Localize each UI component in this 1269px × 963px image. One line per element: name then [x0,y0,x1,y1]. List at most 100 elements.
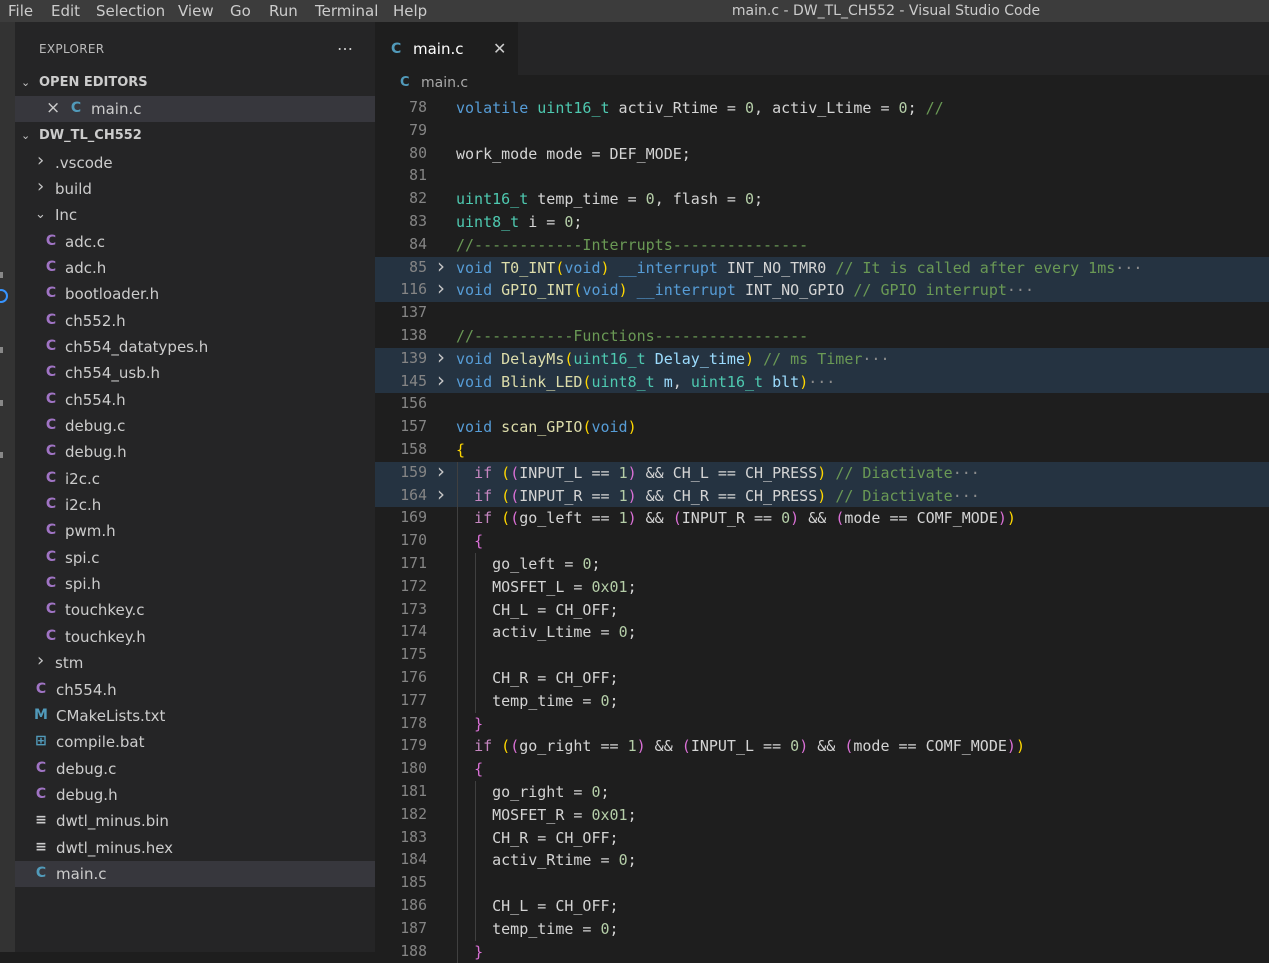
fold-chevron-icon[interactable]: › [437,276,445,300]
tree-item[interactable]: ≡ dwtl_minus.hex [15,835,375,861]
code-line[interactable]: 182 MOSFET_R = 0x01; [375,804,1269,827]
fold-chevron-icon[interactable]: › [437,254,445,278]
code-line[interactable]: 187 temp_time = 0; [375,918,1269,941]
tree-item-label: adc.c [65,232,105,251]
code-line[interactable]: 157 void scan_GPIO(void) [375,416,1269,439]
tree-item[interactable]: Cch554.h [15,677,375,703]
code-line[interactable]: 81 [375,165,1269,188]
code-line[interactable]: 83 uint8_t i = 0; [375,211,1269,234]
tree-item[interactable]: Cdebug.h [15,782,375,808]
code-line[interactable]: 177 temp_time = 0; [375,690,1269,713]
tree-item[interactable]: ⌄ Inc [15,202,375,228]
code-line[interactable]: 169 if ((go_left == 1) && (INPUT_R == 0)… [375,507,1269,530]
menu-view[interactable]: View [178,2,214,20]
code-line[interactable]: 173 CH_L = CH_OFF; [375,599,1269,622]
code-line[interactable]: 174 activ_Ltime = 0; [375,621,1269,644]
menu-terminal[interactable]: Terminal [315,2,378,20]
debug-icon[interactable] [0,289,8,303]
code-line[interactable]: 171 go_left = 0; [375,553,1269,576]
tree-item[interactable]: Cdebug.c [15,413,375,439]
code-line[interactable]: 181 go_right = 0; [375,781,1269,804]
tree-item[interactable]: Cch552.h [15,308,375,334]
code-line[interactable]: 180 { [375,758,1269,781]
code-line[interactable]: 145 › void Blink_LED(uint8_t m, uint16_t b… [375,368,1269,394]
code-line[interactable]: 170 { [375,530,1269,553]
tab-main-c[interactable]: C main.c ✕ [375,22,518,75]
tree-item[interactable]: Cadc.c [15,229,375,255]
tree-item[interactable]: › .vscode [15,150,375,176]
c-file-icon: C [45,417,57,433]
tree-item[interactable]: Cch554.h [15,387,375,413]
code-line[interactable]: 183 CH_R = CH_OFF; [375,827,1269,850]
menu-run[interactable]: Run [269,2,298,20]
fold-chevron-icon[interactable]: › [437,345,445,369]
close-icon[interactable]: ✕ [493,39,506,58]
tree-item[interactable]: Cdebug.c [15,756,375,782]
code-line[interactable]: 159 › if ((INPUT_L == 1) && CH_L == CH_PR… [375,459,1269,485]
tree-item[interactable]: Cbootloader.h [15,281,375,307]
code-line[interactable]: 84 //------------Interrupts--------------… [375,234,1269,257]
code-line[interactable]: 137 [375,302,1269,325]
code-text: if ((go_right == 1) && (INPUT_L == 0) &&… [474,737,1025,756]
code-line[interactable]: 138 //-----------Functions---------------… [375,325,1269,348]
tree-item[interactable]: M CMakeLists.txt [15,703,375,729]
tree-item[interactable]: Ctouchkey.c [15,597,375,623]
tree-item[interactable]: Ctouchkey.h [15,624,375,650]
menu-edit[interactable]: Edit [51,2,80,20]
menu-help[interactable]: Help [393,2,427,20]
fold-chevron-icon[interactable]: › [437,482,445,506]
code-view[interactable]: 78 volatile uint16_t activ_Rtime = 0, act… [375,97,1269,963]
tree-item[interactable]: Cch554_usb.h [15,360,375,386]
code-line[interactable]: 179 if ((go_right == 1) && (INPUT_L == 0… [375,735,1269,758]
code-line[interactable]: 176 CH_R = CH_OFF; [375,667,1269,690]
close-icon[interactable]: × [46,98,60,118]
tree-item[interactable]: › stm [15,650,375,676]
tree-item[interactable]: Cpwm.h [15,518,375,544]
tree-item-label: ch554.h [65,390,126,409]
code-line[interactable]: 175 [375,644,1269,667]
code-line[interactable]: 78 volatile uint16_t activ_Rtime = 0, act… [375,97,1269,120]
code-line[interactable]: 116 › void GPIO_INT(void) __interrupt INT_… [375,276,1269,303]
more-actions-icon[interactable]: … [337,35,353,54]
tree-item[interactable]: Cadc.h [15,255,375,281]
menu-selection[interactable]: Selection [96,2,165,20]
code-line[interactable]: 172 MOSFET_L = 0x01; [375,576,1269,599]
tree-item[interactable]: Ci2c.c [15,466,375,492]
code-line[interactable]: 158 { [375,439,1269,462]
tab-label: main.c [413,40,464,58]
code-text: if ((INPUT_R == 1) && CH_R == CH_PRESS) … [474,486,980,505]
tree-item-label: pwm.h [65,522,116,541]
tree-item[interactable]: Cspi.h [15,571,375,597]
open-editors-header[interactable]: ⌄ OPEN EDITORS [15,70,375,96]
menu-go[interactable]: Go [230,2,251,20]
code-line[interactable]: 80 work_mode mode = DEF_MODE; [375,143,1269,166]
tree-item-label: i2c.c [65,469,100,488]
code-line[interactable]: 79 [375,120,1269,143]
breadcrumb-file[interactable]: main.c [421,75,468,91]
tree-item[interactable]: Cdebug.h [15,439,375,465]
code-text: //-----------Functions----------------- [456,327,809,345]
tree-item-label: bootloader.h [65,285,160,304]
tree-item[interactable]: ≡ dwtl_minus.bin [15,808,375,834]
tree-item[interactable]: › build [15,176,375,202]
tree-item[interactable]: Cch554_datatypes.h [15,334,375,360]
code-line[interactable]: 139 › void DelayMs(uint16_t Delay_time) //… [375,345,1269,371]
fold-chevron-icon[interactable]: › [437,368,445,392]
code-line[interactable]: 184 activ_Rtime = 0; [375,849,1269,872]
tree-item-label: compile.bat [56,733,145,752]
menu-file[interactable]: File [8,2,33,20]
code-line[interactable]: 156 [375,393,1269,416]
code-line[interactable]: 186 CH_L = CH_OFF; [375,895,1269,918]
tree-item[interactable]: ⊞ compile.bat [15,729,375,755]
fold-chevron-icon[interactable]: › [437,459,445,483]
open-editor-item[interactable]: × C main.c [15,96,375,122]
code-line[interactable]: 85 › void T0_INT(void) __interrupt INT_NO_… [375,254,1269,280]
code-line[interactable]: 178 } [375,713,1269,736]
tree-item[interactable]: Cspi.c [15,545,375,571]
code-line[interactable]: 185 [375,872,1269,895]
code-line[interactable]: 82 uint16_t temp_time = 0, flash = 0; [375,188,1269,211]
tree-item[interactable]: Ci2c.h [15,492,375,518]
code-line[interactable]: 164 › if ((INPUT_R == 1) && CH_R == CH_PR… [375,482,1269,508]
tree-item[interactable]: Cmain.c [15,860,375,887]
project-header[interactable]: ⌄ DW_TL_CH552 [15,123,375,149]
